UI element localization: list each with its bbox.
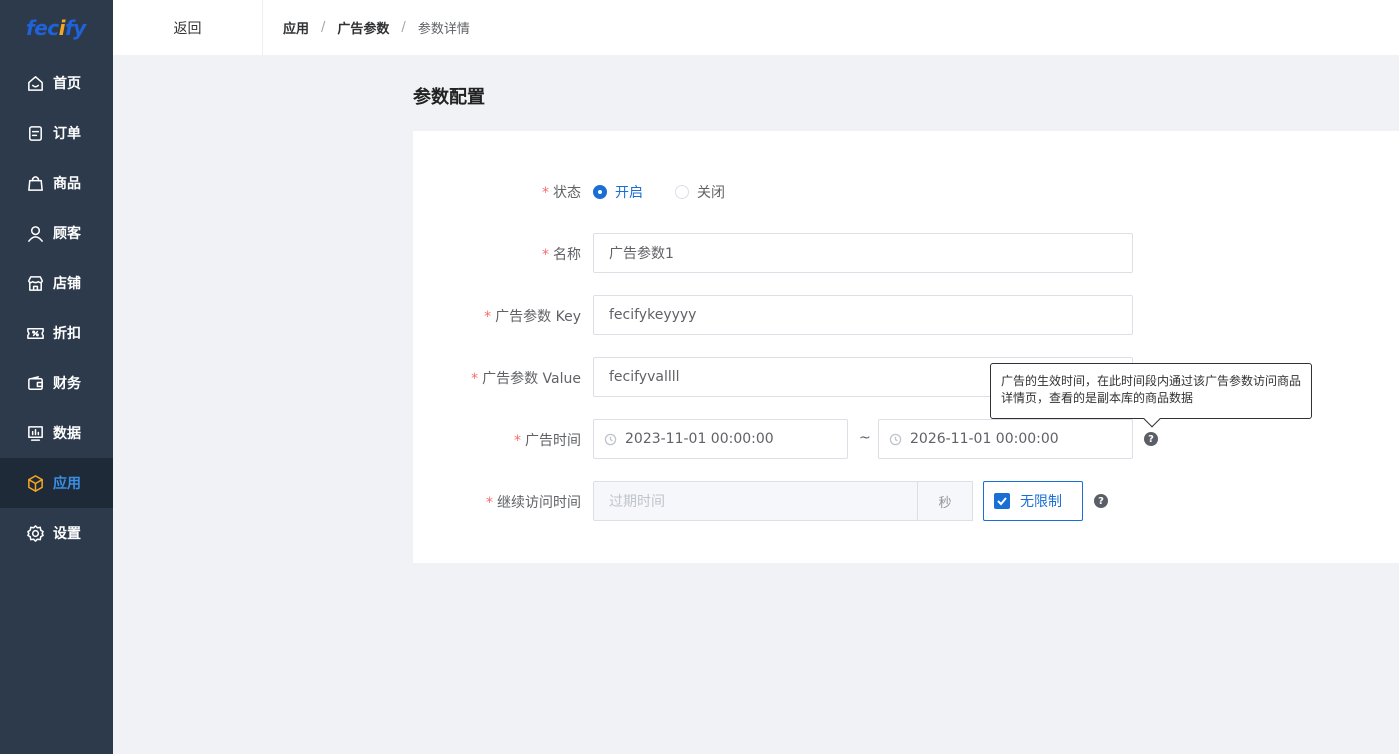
store-icon [25,273,45,293]
unlimited-label: 无限制 [1020,494,1062,510]
sidebar-item-home[interactable]: 首页 [0,58,113,108]
continue-label: * 继续访问时间 [486,495,581,511]
sidebar-item-label: 店铺 [53,276,81,292]
time-help-icon[interactable]: ? [1144,432,1158,446]
breadcrumb-separator: / [401,20,406,35]
start-date-picker[interactable]: 2023-11-01 00:00:00 [593,419,848,459]
home-icon [25,73,45,93]
sidebar-item-label: 设置 [53,526,81,542]
sidebar-item-products[interactable]: 商品 [0,158,113,208]
top-header: 返回 应用 / 广告参数 / 参数详情 [113,0,1399,55]
sidebar-item-orders[interactable]: 订单 [0,108,113,158]
continue-help-icon[interactable]: ? [1094,494,1108,508]
radio-label: 开启 [615,185,643,201]
breadcrumb-ad-params[interactable]: 广告参数 [337,18,389,37]
coupon-icon [25,323,45,343]
end-date-value: 2026-11-01 00:00:00 [910,431,1059,447]
key-input[interactable]: fecifykeyyyy [593,295,1133,335]
date-range-separator: ~ [859,430,871,446]
value-label: * 广告参数 Value [471,371,581,387]
clock-icon [889,433,902,446]
end-date-picker[interactable]: 2026-11-01 00:00:00 [878,419,1133,459]
sidebar-item-label: 商品 [53,176,81,192]
status-radio-on[interactable]: 开启 [593,182,643,202]
radio-circle [675,185,689,199]
sidebar-nav: 首页 订单 商品 顾客 店铺 折扣 财务 数据 应用 设置 [0,58,113,558]
bag-icon [25,173,45,193]
sidebar: fecify 首页 订单 商品 顾客 店铺 折扣 财务 数据 应用 设置 [0,0,113,754]
wallet-icon [25,373,45,393]
sidebar-item-settings[interactable]: 设置 [0,508,113,558]
name-label: * 名称 [542,247,581,263]
breadcrumb-apps[interactable]: 应用 [283,18,309,37]
user-icon [25,223,45,243]
logo-text: fecify [26,15,86,40]
start-date-value: 2023-11-01 00:00:00 [625,431,774,447]
sidebar-item-store[interactable]: 店铺 [0,258,113,308]
radio-circle [593,185,607,199]
back-button[interactable]: 返回 [113,0,263,55]
time-label: * 广告时间 [514,433,581,449]
sidebar-item-apps[interactable]: 应用 [0,458,113,508]
order-icon [25,123,45,143]
key-label: * 广告参数 Key [484,309,581,325]
sidebar-item-customers[interactable]: 顾客 [0,208,113,258]
sidebar-item-label: 折扣 [53,326,81,342]
breadcrumb-separator: / [321,20,326,35]
breadcrumb-current: 参数详情 [417,22,470,37]
sidebar-item-label: 财务 [53,376,81,392]
cube-icon [25,473,45,493]
checkbox-checked-icon [994,493,1010,509]
status-label: * 状态 [542,185,581,201]
expire-time-input: 过期时间 [593,481,918,521]
sidebar-item-data[interactable]: 数据 [0,408,113,458]
sidebar-item-discounts[interactable]: 折扣 [0,308,113,358]
sidebar-item-finance[interactable]: 财务 [0,358,113,408]
radio-label: 关闭 [697,185,725,201]
sidebar-item-label: 数据 [53,426,81,442]
breadcrumb: 应用 / 广告参数 / 参数详情 [263,18,470,37]
gear-icon [25,523,45,543]
seconds-unit: 秒 [917,481,973,521]
unlimited-checkbox[interactable]: 无限制 [983,481,1083,521]
time-tooltip: 广告的生效时间，在此时间段内通过该广告参数访问商品详情页，查看的是副本库的商品数… [990,363,1312,428]
tooltip-text: 广告的生效时间，在此时间段内通过该广告参数访问商品详情页，查看的是副本库的商品数… [1001,374,1302,405]
logo[interactable]: fecify [0,0,113,55]
sidebar-item-label: 应用 [53,476,81,492]
sidebar-item-label: 订单 [53,126,81,142]
page-title: 参数配置 [413,87,485,108]
sidebar-item-label: 顾客 [53,226,81,242]
clock-icon [604,433,617,446]
status-radio-off[interactable]: 关闭 [675,182,725,202]
name-input[interactable]: 广告参数1 [593,233,1133,273]
sidebar-item-label: 首页 [53,76,81,92]
chart-icon [25,423,45,443]
